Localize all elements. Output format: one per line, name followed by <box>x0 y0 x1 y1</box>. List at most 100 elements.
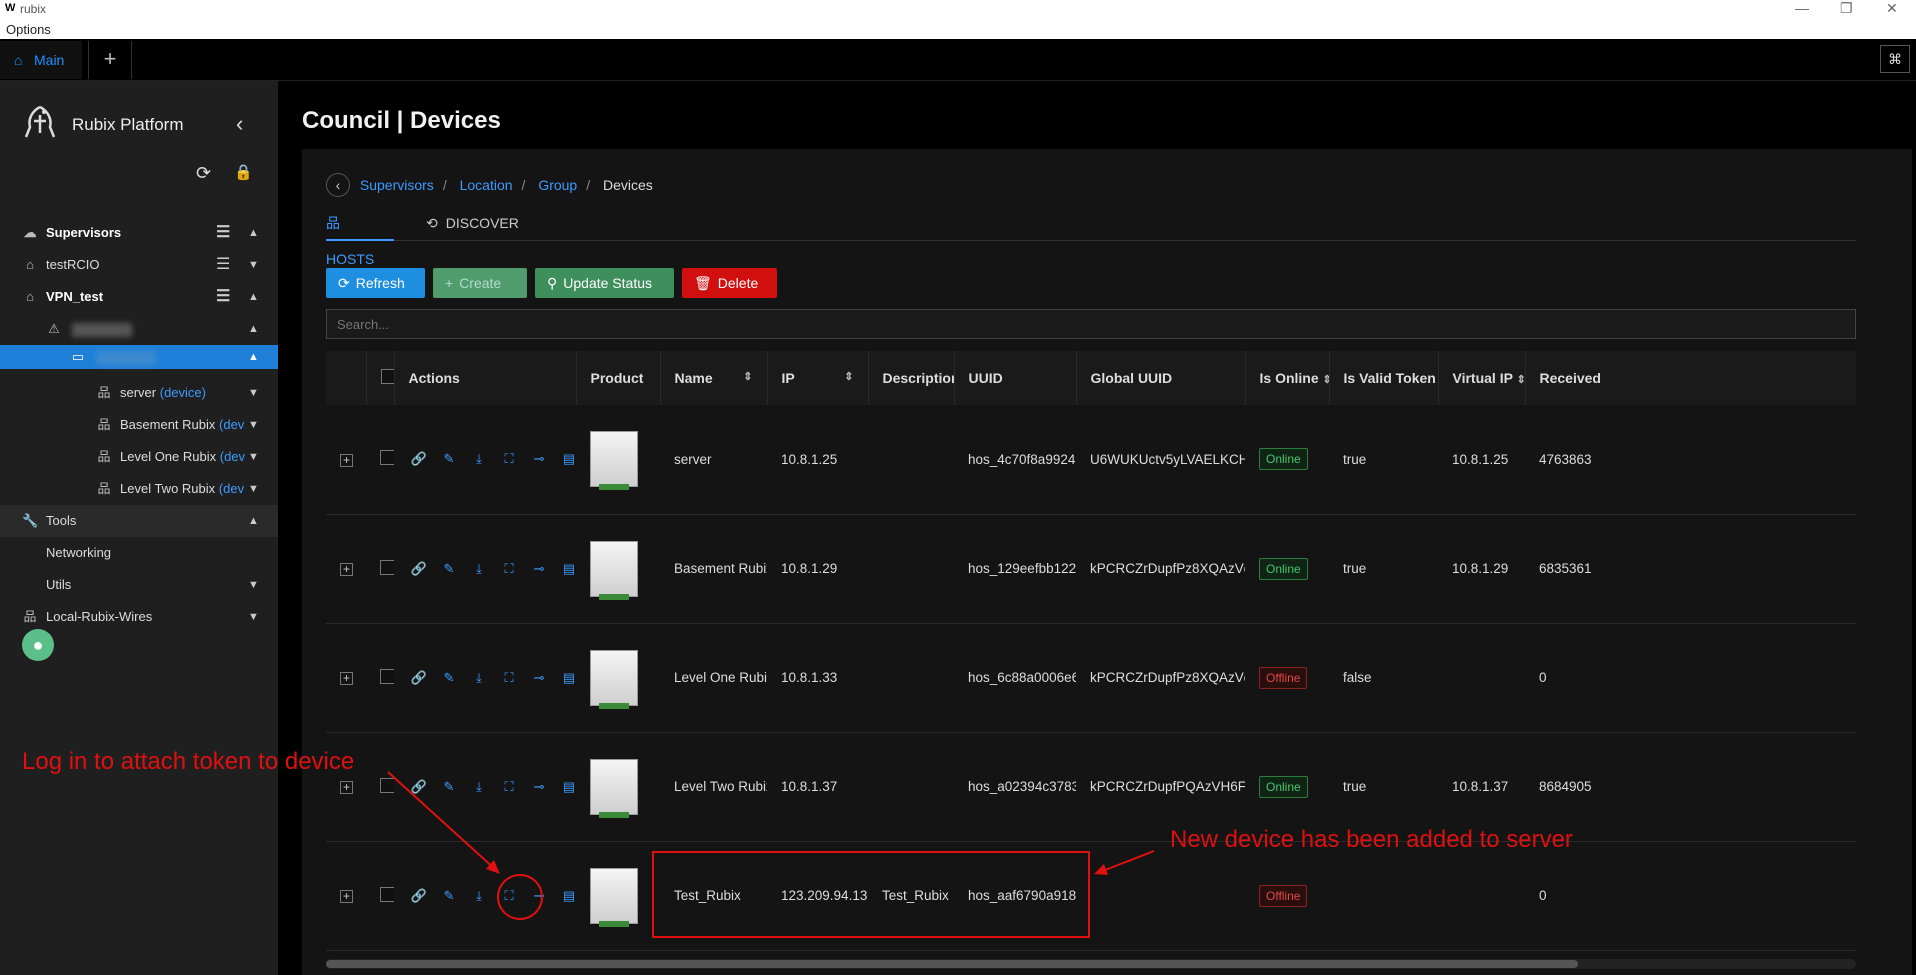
chevron-down-icon[interactable]: ▼ <box>248 409 259 441</box>
sort-icon[interactable]: ⇕ <box>743 370 752 383</box>
clipboard-icon[interactable]: ▤ <box>558 561 576 577</box>
col-name[interactable]: Name ⇕ <box>660 351 768 405</box>
scan-icon[interactable]: ⛶ <box>498 451 520 467</box>
clipboard-icon[interactable]: ▤ <box>558 779 576 795</box>
edit-icon[interactable]: ✎ <box>438 888 460 904</box>
refresh-button[interactable]: ⟳ Refresh <box>326 268 425 298</box>
sidebar-item-level-two-rubix[interactable]: 品 Level Two Rubix (dev ▼ <box>0 473 278 505</box>
sidebar-item-networking[interactable]: Networking <box>0 537 278 569</box>
download-icon[interactable]: ⤓ <box>468 779 490 795</box>
edit-icon[interactable]: ✎ <box>438 670 460 686</box>
row-checkbox[interactable] <box>380 777 394 793</box>
link-icon[interactable]: 🔗 <box>408 561 430 577</box>
breadcrumb-group[interactable]: Group <box>538 177 577 193</box>
sidebar-item-basement-rubix[interactable]: 品 Basement Rubix (dev ▼ <box>0 409 278 441</box>
scan-icon[interactable]: ⛶ <box>498 888 520 904</box>
sidebar-item-server[interactable]: 品 server (device) ▼ <box>0 377 278 409</box>
sidebar-item-supervisors[interactable]: ☁ Supervisors ☰ ▲ <box>0 217 278 249</box>
lock-icon[interactable]: 🔒 <box>234 163 253 181</box>
layout-icon[interactable]: ⌘ <box>1880 45 1910 73</box>
restore-icon[interactable]: ❐ <box>1840 0 1853 17</box>
chevron-up-icon[interactable]: ▲ <box>248 281 259 313</box>
sidebar-item-utils[interactable]: Utils ▼ <box>0 569 278 601</box>
expand-row-icon[interactable]: + <box>340 781 353 794</box>
expand-row-icon[interactable]: + <box>340 672 353 685</box>
link-icon[interactable]: 🔗 <box>408 451 430 467</box>
key-icon[interactable]: ⊸ <box>528 670 550 686</box>
sort-icon[interactable]: ⇕ <box>844 370 853 383</box>
collapse-sidebar-icon[interactable]: ‹ <box>236 111 243 137</box>
add-tab-button[interactable]: + <box>88 41 132 79</box>
chevron-down-icon[interactable]: ▼ <box>248 249 259 281</box>
chevron-up-icon[interactable]: ▲ <box>248 217 259 249</box>
download-icon[interactable]: ⤓ <box>468 888 490 904</box>
tab-main[interactable]: ⌂ Main <box>0 41 82 79</box>
edit-icon[interactable]: ✎ <box>438 451 460 467</box>
link-icon[interactable]: 🔗 <box>408 779 430 795</box>
download-icon[interactable]: ⤓ <box>468 670 490 686</box>
scrollbar-thumb[interactable] <box>326 960 1578 968</box>
sidebar-item-selected[interactable]: ▭ ▲ <box>0 345 278 369</box>
table-row[interactable]: + 🔗✎⤓⛶⊸▤→ Basement Rubix 10.8.1.29 hos_1… <box>326 514 1856 624</box>
row-checkbox[interactable] <box>380 559 394 575</box>
scan-icon[interactable]: ⛶ <box>498 779 520 795</box>
sidebar-item-vpn-test[interactable]: ⌂ VPN_test ☰ ▲ <box>0 281 278 313</box>
scan-icon[interactable]: ⛶ <box>498 670 520 686</box>
breadcrumb-supervisors[interactable]: Supervisors <box>360 177 434 193</box>
chevron-up-icon[interactable]: ▲ <box>248 345 259 369</box>
sidebar-item-level-one-rubix[interactable]: 品 Level One Rubix (dev ▼ <box>0 441 278 473</box>
clipboard-icon[interactable]: ▤ <box>558 451 576 467</box>
close-icon[interactable]: ✕ <box>1886 0 1898 17</box>
tab-discover[interactable]: ⟲ DISCOVER <box>426 205 519 241</box>
chevron-down-icon[interactable]: ▼ <box>248 473 259 505</box>
row-checkbox[interactable] <box>380 886 394 902</box>
download-icon[interactable]: ⤓ <box>468 561 490 577</box>
scan-icon[interactable]: ⛶ <box>498 561 520 577</box>
chevron-up-icon[interactable]: ▲ <box>248 313 259 345</box>
edit-icon[interactable]: ✎ <box>438 561 460 577</box>
chevron-up-icon[interactable]: ▲ <box>248 505 259 537</box>
edit-icon[interactable]: ✎ <box>438 779 460 795</box>
col-is-valid-token[interactable]: Is Valid Token ⇕ <box>1329 351 1439 405</box>
chevron-down-icon[interactable]: ▼ <box>248 601 259 633</box>
create-button[interactable]: + Create <box>433 268 527 298</box>
back-icon[interactable]: ‹ <box>326 173 350 197</box>
clipboard-icon[interactable]: ▤ <box>558 670 576 686</box>
row-checkbox[interactable] <box>380 450 394 466</box>
col-ip[interactable]: IP ⇕ <box>767 351 869 405</box>
link-icon[interactable]: 🔗 <box>408 888 430 904</box>
user-avatar-icon[interactable]: ● <box>22 629 54 661</box>
sidebar-item-tools[interactable]: 🔧 Tools ▲ <box>0 505 278 537</box>
key-icon[interactable]: ⊸ <box>528 451 550 467</box>
key-icon[interactable]: ⊸ <box>528 888 550 904</box>
row-checkbox[interactable] <box>380 668 394 684</box>
chevron-down-icon[interactable]: ▼ <box>248 441 259 473</box>
delete-button[interactable]: 🗑 Delete <box>682 268 777 298</box>
menu-icon[interactable]: ☰ <box>216 217 230 249</box>
update-status-button[interactable]: ⚲ Update Status <box>535 268 674 298</box>
select-all-checkbox[interactable] <box>380 369 393 384</box>
chevron-down-icon[interactable]: ▼ <box>248 377 259 409</box>
menu-icon[interactable]: ☰ <box>216 281 230 313</box>
minimize-icon[interactable]: — <box>1795 0 1809 16</box>
table-row[interactable]: + 🔗✎⤓⛶⊸▤→ Level Two Rubix 10.8.1.37 hos_… <box>326 732 1856 842</box>
sidebar-item-local-rubix-wires[interactable]: 品 Local-Rubix-Wires ▼ <box>0 601 278 633</box>
table-row[interactable]: + 🔗✎⤓⛶⊸▤→ Test_Rubix 123.209.94.130 Test… <box>326 841 1856 951</box>
link-icon[interactable]: 🔗 <box>408 670 430 686</box>
expand-row-icon[interactable]: + <box>340 890 353 903</box>
refresh-icon[interactable]: ⟳ <box>196 163 211 184</box>
key-icon[interactable]: ⊸ <box>528 779 550 795</box>
expand-row-icon[interactable]: + <box>340 563 353 576</box>
download-icon[interactable]: ⤓ <box>468 451 490 467</box>
search-input[interactable] <box>326 309 1856 339</box>
sidebar-item-group[interactable]: ⚠ ▲ <box>0 313 278 345</box>
sidebar-item-testrcio[interactable]: ⌂ testRCIO ☰ ▼ <box>0 249 278 281</box>
horizontal-scrollbar[interactable] <box>326 959 1856 969</box>
col-is-online[interactable]: Is Online ⇕ <box>1245 351 1330 405</box>
table-row[interactable]: + 🔗✎⤓⛶⊸▤→ Level One Rubix 10.8.1.33 hos_… <box>326 623 1856 733</box>
table-row[interactable]: + 🔗✎⤓⛶⊸▤→ server 10.8.1.25 hos_4c70f8a99… <box>326 405 1856 515</box>
menu-options[interactable]: Options <box>6 22 51 37</box>
key-icon[interactable]: ⊸ <box>528 561 550 577</box>
chevron-down-icon[interactable]: ▼ <box>248 569 259 601</box>
sort-icon[interactable]: ⇕ <box>1517 374 1524 386</box>
